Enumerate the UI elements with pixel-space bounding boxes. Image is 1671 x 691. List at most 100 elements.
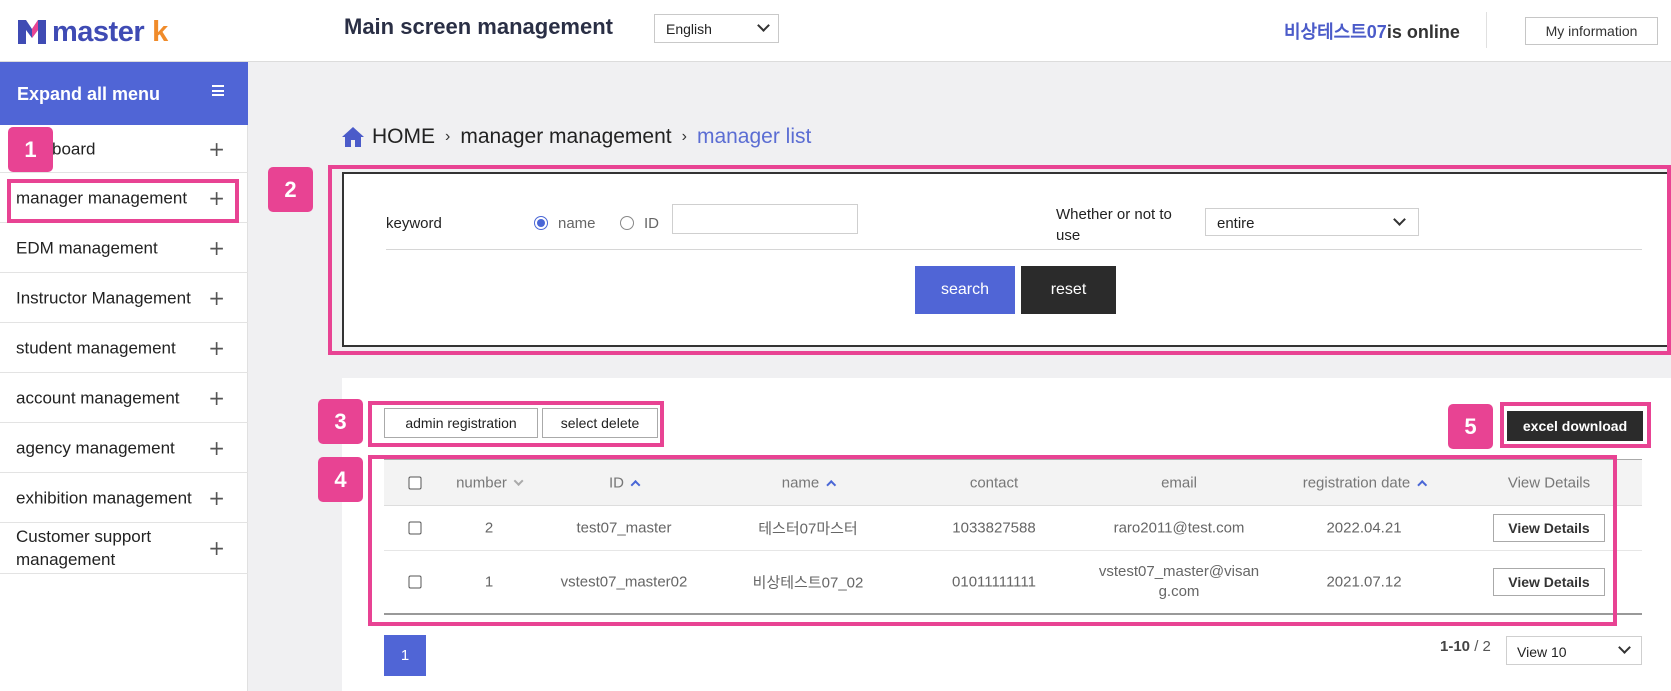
row-checkbox[interactable] — [408, 521, 422, 535]
radio-id-label[interactable]: ID — [644, 215, 659, 232]
sidebar-item-account-management[interactable]: account management + — [0, 373, 248, 423]
page-button-1[interactable]: 1 — [384, 635, 426, 676]
use-status-label: Whether or not to use — [1056, 206, 1172, 244]
sidebar-item-exhibition-management[interactable]: exhibition management + — [0, 473, 248, 523]
online-status: 비상테스트07is online — [1284, 18, 1460, 44]
expand-all-menu-button[interactable]: Expand all menu — [0, 62, 248, 125]
search-button[interactable]: search — [915, 266, 1015, 314]
chevron-down-icon — [1618, 641, 1631, 654]
cell-email: vstest07_master@visang.com — [1098, 563, 1260, 600]
cell-id: test07_master — [576, 519, 672, 537]
annotation-badge-4: 4 — [318, 457, 363, 502]
column-number-label: number — [456, 474, 507, 491]
column-contact: contact — [969, 474, 1019, 491]
cell-id: vstest07_master02 — [560, 573, 688, 591]
search-panel: keyword name ID Whether or not to use en… — [342, 172, 1671, 347]
chevron-right-icon: › — [681, 128, 687, 145]
view-details-button[interactable]: View Details — [1493, 568, 1605, 596]
keyword-input[interactable] — [672, 204, 858, 234]
annotation-badge-3: 3 — [318, 399, 363, 444]
sidebar-item-edm-management[interactable]: EDM management + — [0, 223, 248, 273]
row-checkbox[interactable] — [408, 575, 422, 589]
annotation-badge-2: 2 — [268, 167, 313, 212]
online-suffix: is online — [1386, 22, 1460, 42]
cell-number: 1 — [484, 573, 494, 591]
sort-up-icon — [1416, 479, 1427, 490]
radio-id[interactable] — [620, 216, 634, 230]
sidebar-item-agency-management[interactable]: agency management + — [0, 423, 248, 473]
chevron-down-icon — [1393, 213, 1406, 226]
manager-table: number ID name contact email registratio… — [384, 459, 1642, 615]
language-select[interactable]: English — [654, 14, 779, 43]
expand-all-menu-label: Expand all menu — [17, 84, 161, 104]
breadcrumb: HOME › manager management › manager list — [342, 125, 811, 149]
sidebar-item-label: Customer support management — [16, 527, 152, 569]
radio-name[interactable] — [534, 216, 548, 230]
plus-icon: + — [208, 285, 225, 310]
hamburger-icon — [212, 85, 224, 96]
logo-letter: k — [152, 15, 169, 48]
view-details-button[interactable]: View Details — [1493, 514, 1605, 542]
page-total: 2 — [1482, 638, 1491, 655]
column-name-label: name — [781, 474, 820, 491]
column-registration-date[interactable]: registration date — [1302, 474, 1427, 491]
excel-download-button[interactable]: excel download — [1507, 411, 1643, 441]
sidebar-item-label: agency management — [16, 438, 175, 457]
view-count-value: View 10 — [1517, 644, 1567, 660]
plus-icon: + — [208, 485, 225, 510]
my-information-button[interactable]: My information — [1525, 17, 1658, 45]
search-row: keyword name ID Whether or not to use en… — [386, 202, 1642, 250]
header-divider — [1486, 12, 1487, 48]
sidebar-item-student-management[interactable]: student management + — [0, 323, 248, 373]
sidebar-item-customer-support-management[interactable]: Customer support management + — [0, 523, 248, 574]
select-all-checkbox[interactable] — [408, 476, 422, 489]
breadcrumb-section[interactable]: manager management — [460, 125, 671, 149]
chevron-down-icon — [757, 19, 770, 32]
plus-icon: + — [208, 235, 225, 260]
column-email: email — [1161, 474, 1197, 491]
admin-registration-button[interactable]: admin registration — [384, 408, 538, 438]
cell-contact: 1033827588 — [952, 519, 1036, 537]
sidebar-item-instructor-management[interactable]: Instructor Management + — [0, 273, 248, 323]
cell-name: 비상테스트07_02 — [752, 574, 864, 592]
master-k-logo[interactable]: master k — [18, 14, 168, 50]
breadcrumb-current: manager list — [696, 125, 812, 148]
cell-date: 2022.04.21 — [1326, 519, 1402, 537]
table-header: number ID name contact email registratio… — [384, 459, 1642, 506]
cell-number: 2 — [484, 519, 494, 537]
keyword-label: keyword — [386, 215, 442, 232]
plus-icon: + — [208, 435, 225, 460]
chevron-right-icon: › — [445, 128, 451, 145]
sidebar-item-label: student management — [16, 338, 176, 357]
language-value: English — [666, 21, 712, 37]
column-id-label: ID — [609, 474, 624, 491]
sidebar-item-label: Instructor Management — [16, 288, 191, 307]
home-icon[interactable] — [342, 127, 364, 147]
cell-date: 2021.07.12 — [1326, 573, 1402, 591]
sort-up-icon — [630, 479, 641, 490]
top-header: master k Main screen management English … — [0, 0, 1671, 62]
sidebar-item-label: board — [52, 139, 96, 158]
page-range-info: 1-10 / 2 — [1440, 638, 1491, 655]
sidebar-item-label: manager management — [16, 188, 188, 207]
radio-name-label[interactable]: name — [558, 215, 596, 232]
sidebar-item-manager-management[interactable]: manager management + — [0, 173, 248, 223]
annotation-badge-1: 1 — [8, 127, 53, 172]
table-row: 2 test07_master 테스터07마스터 1033827588 raro… — [384, 506, 1642, 551]
page-range: 1-10 — [1440, 638, 1471, 655]
column-view-details: View Details — [1507, 474, 1591, 491]
cell-contact: 01011111111 — [952, 573, 1036, 591]
logo-text: master — [52, 15, 145, 48]
plus-icon: + — [208, 136, 225, 161]
column-registration-date-label: registration date — [1302, 474, 1411, 491]
column-name[interactable]: name — [781, 474, 836, 491]
select-delete-button[interactable]: select delete — [542, 408, 658, 438]
reset-button[interactable]: reset — [1021, 266, 1116, 314]
breadcrumb-home[interactable]: HOME — [372, 125, 435, 149]
online-user: 비상테스트07 — [1284, 22, 1387, 42]
use-status-select[interactable]: entire — [1205, 208, 1419, 236]
view-count-select[interactable]: View 10 — [1506, 636, 1642, 665]
column-id[interactable]: ID — [609, 474, 641, 491]
column-number[interactable]: number — [456, 474, 524, 491]
sidebar-item-label: EDM management — [16, 238, 158, 257]
